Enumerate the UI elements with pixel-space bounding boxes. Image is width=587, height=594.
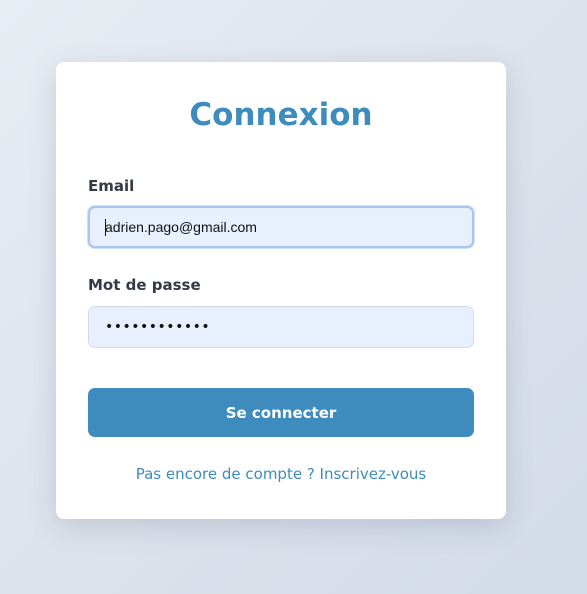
- password-label: Mot de passe: [88, 276, 201, 294]
- login-card: Connexion Email adrien.pago@gmail.com Mo…: [56, 62, 506, 519]
- page-title: Connexion: [189, 97, 373, 133]
- email-field[interactable]: adrien.pago@gmail.com: [88, 206, 474, 248]
- password-mask: ••••••••••••: [105, 319, 211, 335]
- password-field[interactable]: ••••••••••••: [88, 306, 474, 348]
- signup-link[interactable]: Pas encore de compte ? Inscrivez-vous: [56, 464, 506, 484]
- email-label: Email: [88, 177, 135, 195]
- email-value: adrien.pago@gmail.com: [105, 219, 257, 235]
- login-button[interactable]: Se connecter: [88, 388, 474, 437]
